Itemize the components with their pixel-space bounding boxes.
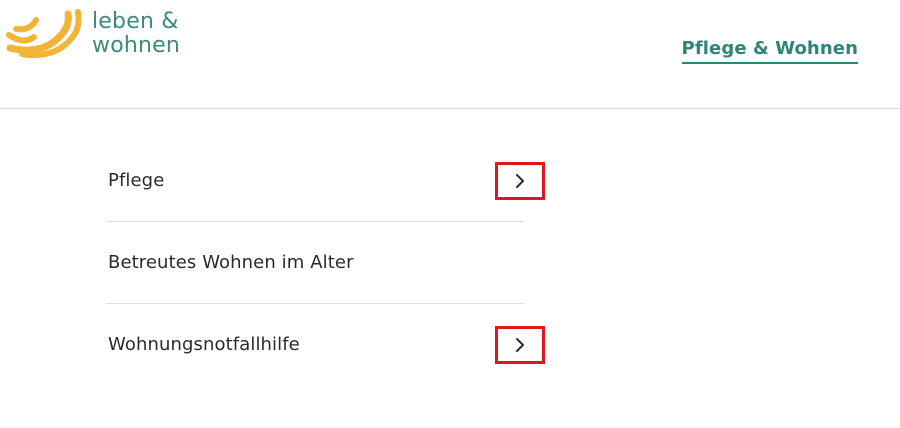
menu-item-label: Wohnungsnotfallhilfe [108, 334, 300, 355]
menu-item-label: Betreutes Wohnen im Alter [108, 252, 354, 273]
menu-item-pflege[interactable]: Pflege [106, 140, 545, 222]
nav-link-pflege-wohnen[interactable]: Pflege & Wohnen [681, 38, 858, 64]
chevron-right-icon [516, 174, 524, 188]
logo-wordmark: leben & wohnen [92, 10, 180, 58]
chevron-right-icon [516, 338, 524, 352]
expand-pflege-button[interactable] [495, 162, 545, 200]
logo-mark-icon [6, 9, 82, 58]
menu-item-betreutes-wohnen[interactable]: Betreutes Wohnen im Alter [106, 222, 524, 304]
logo-line-2: wohnen [92, 33, 181, 58]
menu-item-label: Pflege [108, 170, 165, 191]
site-logo[interactable]: leben & wohnen [4, 4, 194, 60]
submenu-list: Pflege Betreutes Wohnen im Alter Wohnung… [106, 140, 545, 386]
expand-wohnungsnotfallhilfe-button[interactable] [495, 326, 545, 364]
menu-item-wohnungsnotfallhilfe[interactable]: Wohnungsnotfallhilfe [106, 304, 545, 386]
site-header: leben & wohnen Pflege & Wohnen [0, 0, 900, 109]
logo-line-1: leben & [92, 9, 179, 34]
